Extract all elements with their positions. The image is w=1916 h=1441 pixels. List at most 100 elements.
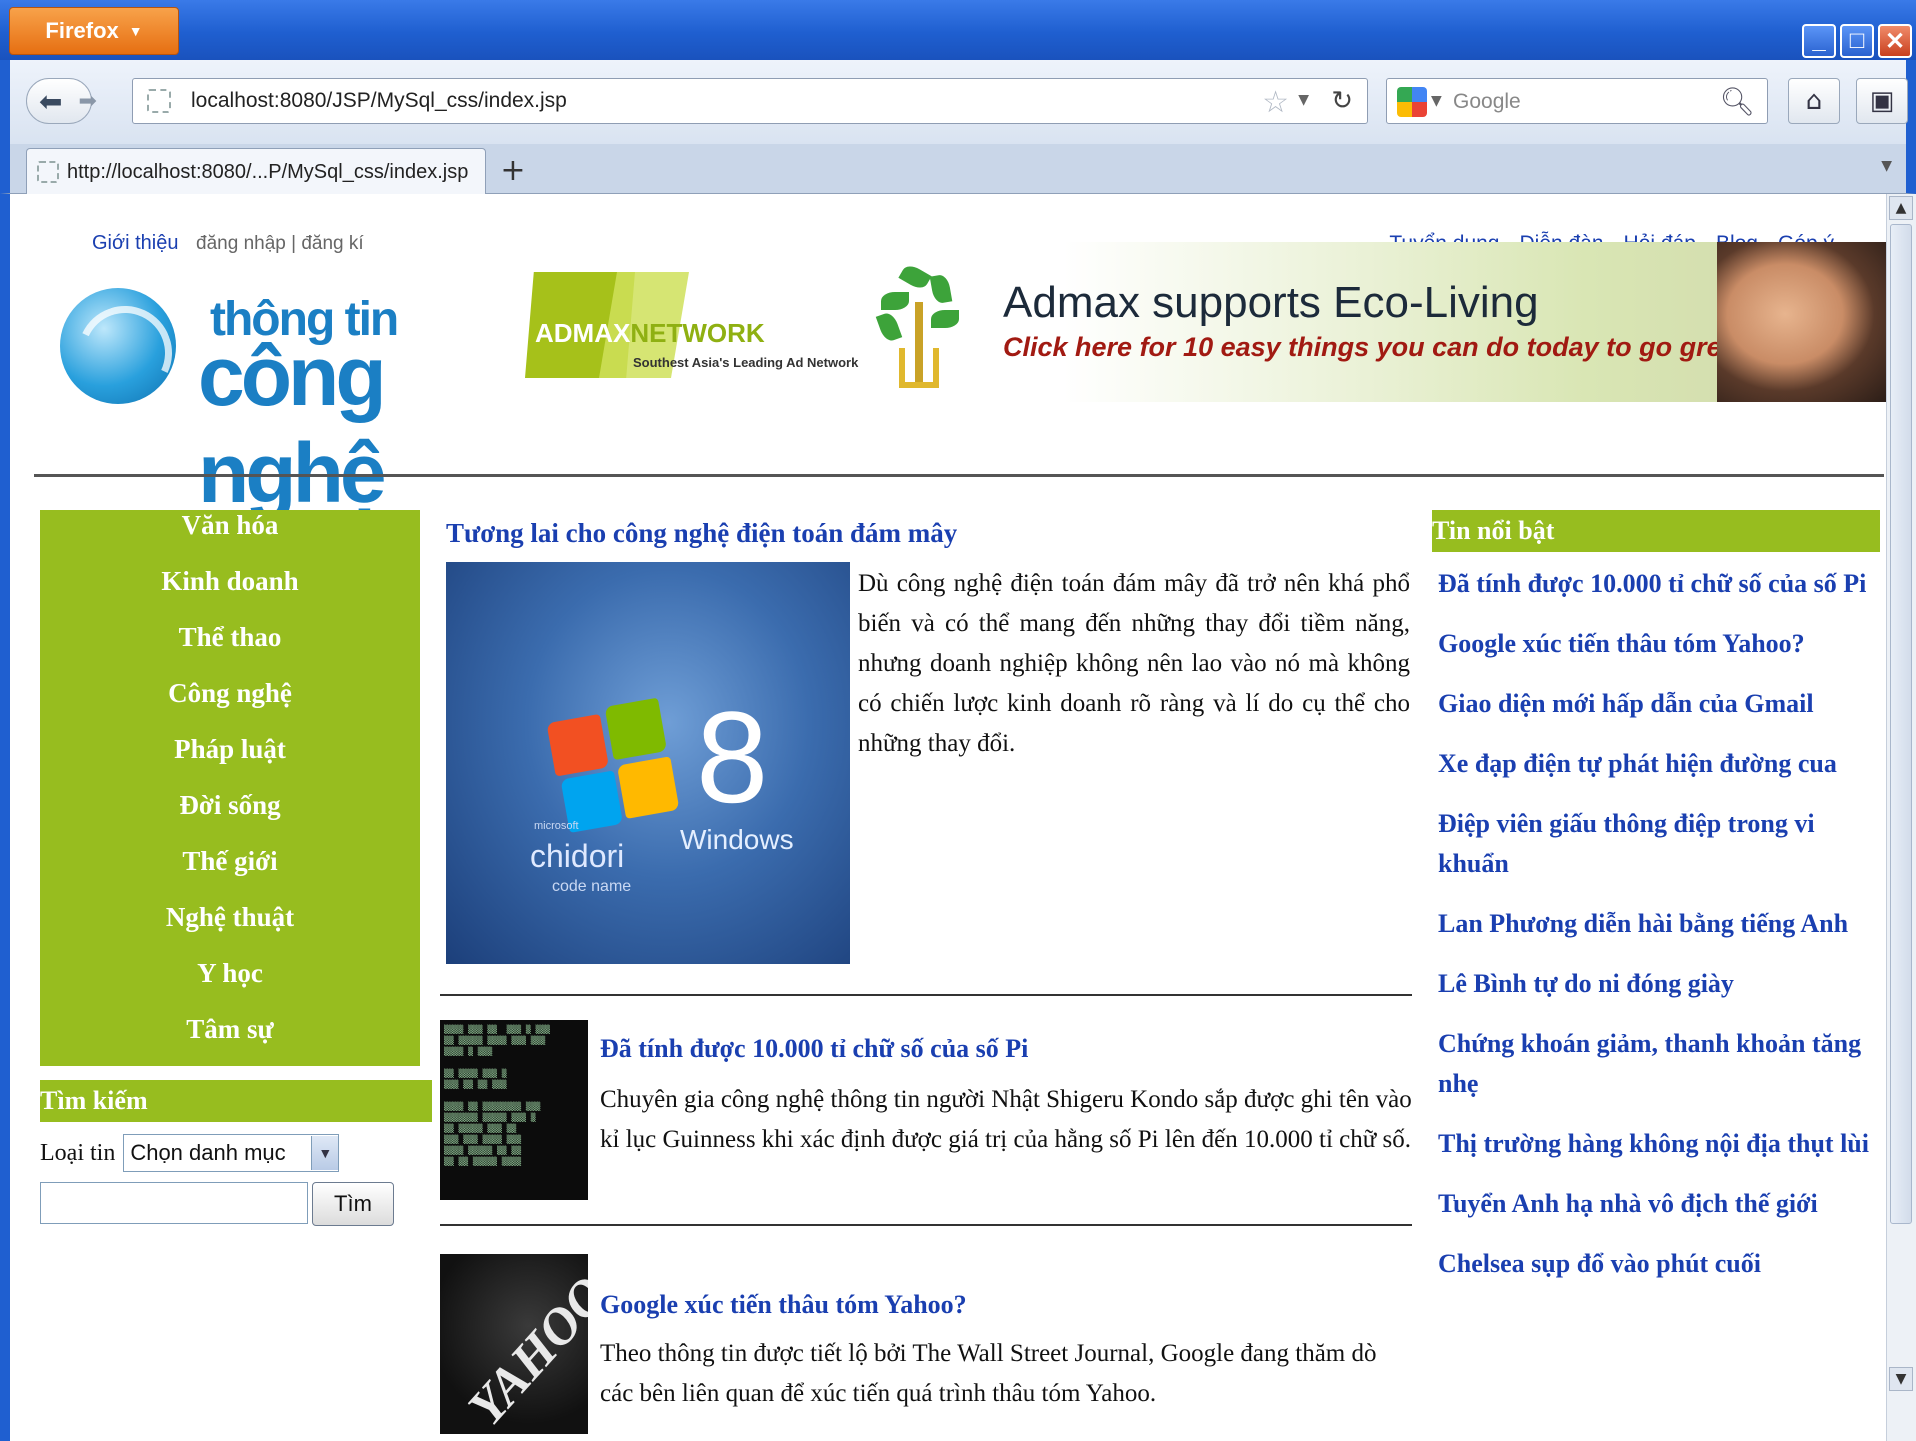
banner-photo: [1717, 242, 1886, 402]
menu-item-van-hoa[interactable]: Văn hóa: [40, 510, 420, 566]
admax-name-b: NETWORK: [630, 318, 765, 348]
hot-news-item[interactable]: Xe đạp điện tự phát hiện đường cua: [1438, 744, 1878, 784]
admax-name: ADMAXNETWORK: [535, 318, 765, 349]
back-forward-group: ⬅ ➡: [26, 78, 97, 124]
header-divider: [34, 474, 1884, 477]
logo-line2: công nghệ: [198, 329, 387, 520]
scroll-up-icon[interactable]: ▲: [1889, 196, 1913, 220]
hot-news-item[interactable]: Lan Phương diễn hài bằng tiếng Anh: [1438, 904, 1878, 944]
forward-arrow-icon[interactable]: ➡: [78, 89, 96, 114]
puzzle-icon: ▣: [1869, 86, 1895, 116]
tree-leaf: [875, 310, 903, 344]
menu-item-y-hoc[interactable]: Y học: [40, 958, 420, 1014]
firefox-menu-button[interactable]: Firefox ▼: [9, 7, 179, 55]
tab-favicon-icon: [37, 161, 59, 183]
addons-button[interactable]: ▣: [1856, 78, 1908, 124]
window-titlebar: Firefox ▼ _ □ ✕: [0, 0, 1916, 60]
hot-news-list: Đã tính được 10.000 tỉ chữ số của số Pi …: [1438, 564, 1878, 1304]
window-frame-left: [0, 194, 10, 1441]
star-icon[interactable]: ☆: [1262, 85, 1289, 120]
google-engine-icon[interactable]: [1397, 87, 1427, 117]
tree-leaf: [898, 262, 932, 292]
list-all-tabs-icon[interactable]: ▼: [1881, 158, 1892, 174]
featured-title[interactable]: Tương lai cho công nghệ điện toán đám mâ…: [446, 518, 957, 549]
menu-item-phap-luat[interactable]: Pháp luật: [40, 734, 420, 790]
site-logo[interactable]: thông tin công nghệ: [60, 284, 490, 520]
scroll-down-icon[interactable]: ▼: [1889, 1367, 1913, 1391]
tab-strip: http://localhost:8080/...P/MySql_css/ind…: [0, 144, 1916, 194]
auth-links[interactable]: đăng nhập | đăng kí: [196, 233, 364, 254]
window-controls: _ □ ✕: [1802, 24, 1912, 58]
new-tab-button[interactable]: +: [492, 150, 534, 190]
tree-leaf: [881, 292, 909, 310]
logo-square-yellow: [616, 756, 680, 819]
menu-item-the-thao[interactable]: Thể thao: [40, 622, 420, 678]
article-title[interactable]: Google xúc tiến thâu tóm Yahoo?: [600, 1290, 967, 1320]
site-identity-icon[interactable]: [147, 89, 171, 113]
hot-news-item[interactable]: Google xúc tiến thâu tóm Yahoo?: [1438, 624, 1878, 664]
tab-title[interactable]: http://localhost:8080/...P/MySql_css/ind…: [67, 161, 468, 184]
article-summary: Theo thông tin được tiết lộ bởi The Wall…: [600, 1340, 1377, 1407]
menu-item-cong-nghe[interactable]: Công nghệ: [40, 678, 420, 734]
category-select[interactable]: Chọn danh mục ▼: [123, 1134, 340, 1172]
history-dropdown-icon[interactable]: ▼: [1298, 92, 1309, 108]
image-product: Windows: [680, 824, 794, 855]
search-button[interactable]: Tìm: [312, 1182, 394, 1226]
minimize-icon[interactable]: _: [1802, 24, 1836, 58]
navigation-toolbar: ⬅ ➡ localhost:8080/JSP/MySql_css/index.j…: [0, 60, 1916, 144]
logo-square-green: [604, 697, 668, 761]
tab-current[interactable]: http://localhost:8080/...P/MySql_css/ind…: [26, 148, 486, 194]
firefox-menu-label: Firefox: [45, 18, 119, 43]
hot-news-item[interactable]: Lê Bình tự do ni đóng giày: [1438, 964, 1878, 1004]
ad-banner[interactable]: ADMAXNETWORK Southest Asia's Leading Ad …: [515, 242, 1886, 402]
address-text[interactable]: localhost:8080/JSP/MySql_css/index.jsp: [191, 89, 567, 113]
hot-news-item[interactable]: Điệp viên giấu thông điệp trong vi khuẩn: [1438, 804, 1878, 884]
reload-icon[interactable]: ↻: [1331, 86, 1353, 116]
article-thumbnail[interactable]: YAHOO!: [440, 1254, 588, 1434]
image-codename: chidori: [530, 838, 625, 874]
address-bar[interactable]: localhost:8080/JSP/MySql_css/index.jsp ☆…: [132, 78, 1368, 124]
intro-link[interactable]: Giới thiệu: [92, 232, 178, 254]
plus-icon: +: [500, 152, 526, 188]
article-divider: [440, 1224, 1412, 1226]
menu-item-tam-su[interactable]: Tâm sự: [40, 1014, 420, 1070]
article-divider: [440, 994, 1412, 996]
close-icon[interactable]: ✕: [1878, 24, 1912, 58]
search-input[interactable]: [40, 1182, 308, 1224]
category-row: Loại tin Chọn danh mục ▼: [40, 1134, 340, 1172]
featured-image[interactable]: microsoft 8 Windows chidori code name: [446, 562, 850, 964]
search-placeholder[interactable]: Google: [1453, 90, 1521, 114]
logo-square-red: [546, 713, 610, 777]
image-brand: microsoft: [534, 820, 579, 832]
hot-news-item[interactable]: Giao diện mới hấp dẫn của Gmail: [1438, 684, 1878, 724]
engine-dropdown-icon[interactable]: ▼: [1431, 93, 1442, 109]
article-summary: Chuyên gia công nghệ thông tin người Nhậ…: [600, 1086, 1412, 1153]
category-selected: Chọn danh mục: [130, 1140, 286, 1165]
hot-news-item[interactable]: Tuyển Anh hạ nhà vô địch thế giới: [1438, 1184, 1878, 1224]
article-thumbnail[interactable]: ▒▒▒▒ ▒▒▒ ▒▒ ▒▒▒ ▒ ▒▒▒ ▒▒ ▒▒▒▒▒ ▒▒▒▒ ▒▒▒ …: [440, 1020, 588, 1200]
magnifier-icon[interactable]: 🔍︎: [1719, 85, 1755, 118]
chevron-down-icon[interactable]: ▼: [311, 1136, 339, 1170]
banner-title: Admax supports Eco-Living: [1003, 278, 1539, 327]
menu-item-doi-song[interactable]: Đời sống: [40, 790, 420, 846]
tree-pot: [899, 348, 939, 388]
admax-tagline: Southest Asia's Leading Ad Network: [633, 355, 859, 370]
home-button[interactable]: ⌂: [1788, 78, 1840, 124]
hot-news-item[interactable]: Đã tính được 10.000 tỉ chữ số của số Pi: [1438, 564, 1878, 604]
category-label: Loại tin: [40, 1139, 116, 1166]
vertical-scrollbar[interactable]: ▲ ▼: [1886, 194, 1916, 1441]
menu-item-kinh-doanh[interactable]: Kinh doanh: [40, 566, 420, 622]
search-bar[interactable]: ▼ Google 🔍︎: [1386, 78, 1768, 124]
hot-news-item[interactable]: Chứng khoán giảm, thanh khoản tăng nhẹ: [1438, 1024, 1878, 1104]
featured-summary: Dù công nghệ điện toán đám mây đã trở nê…: [858, 570, 1410, 757]
menu-item-nghe-thuat[interactable]: Nghệ thuật: [40, 902, 420, 958]
scrollbar-thumb[interactable]: [1890, 224, 1912, 1224]
tree-leaf: [929, 273, 953, 305]
hot-news-heading: Tin nổi bật: [1432, 510, 1880, 552]
menu-item-the-gioi[interactable]: Thế giới: [40, 846, 420, 902]
back-arrow-icon[interactable]: ⬅: [39, 85, 62, 118]
hot-news-item[interactable]: Thị trường hàng không nội địa thụt lùi: [1438, 1124, 1878, 1164]
hot-news-item[interactable]: Chelsea sụp đổ vào phút cuối: [1438, 1244, 1878, 1284]
article-title[interactable]: Đã tính được 10.000 tỉ chữ số của số Pi: [600, 1034, 1028, 1064]
maximize-icon[interactable]: □: [1840, 24, 1874, 58]
